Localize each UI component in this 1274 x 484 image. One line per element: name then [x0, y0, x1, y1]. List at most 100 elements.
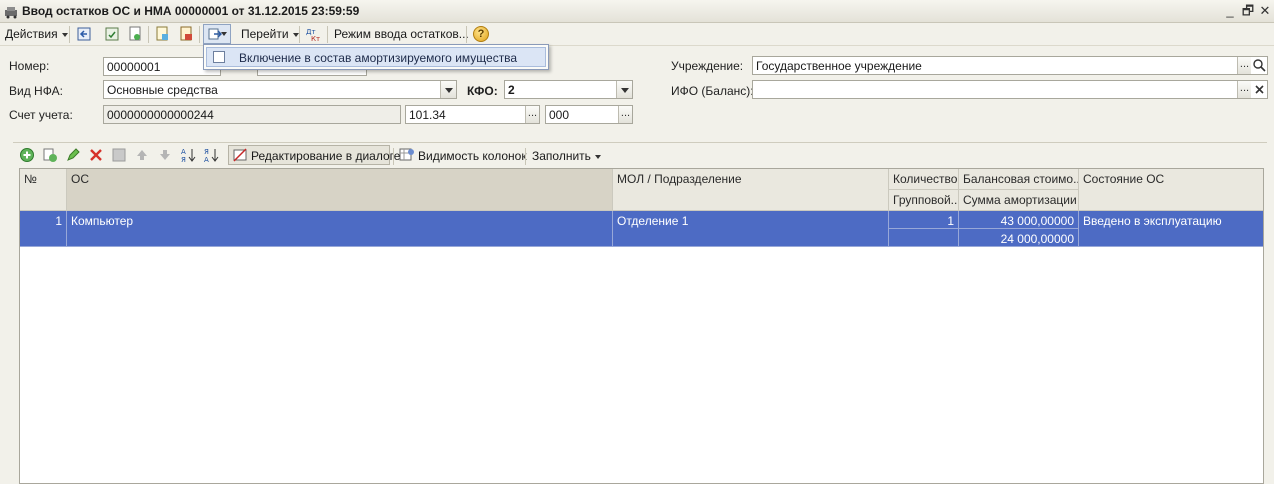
create-based-on-menu: Включение в состав амортизируемого имуще… — [203, 44, 549, 70]
move-down-icon[interactable] — [157, 147, 173, 163]
institution-field[interactable]: Государственное учреждение ... — [752, 56, 1268, 75]
toolbar-separator — [199, 26, 200, 43]
row-amortization[interactable]: 24 000,00000 — [959, 229, 1079, 247]
create-based-on-button[interactable] — [203, 24, 231, 44]
sort-ascending-icon[interactable]: A Я — [180, 147, 196, 163]
number-label: Номер: — [9, 59, 50, 73]
toolbar-separator — [148, 26, 149, 43]
menu-item-include-amortizable[interactable]: Включение в состав амортизируемого имуще… — [206, 47, 546, 67]
search-icon[interactable] — [1252, 58, 1266, 72]
end-edit-icon[interactable] — [111, 147, 127, 163]
kfo-value: 2 — [508, 83, 515, 97]
goto-label: Перейти — [241, 27, 289, 41]
kfo-select[interactable]: 2 — [504, 80, 633, 99]
columns-visibility-button[interactable]: Видимость колонок — [418, 149, 527, 163]
move-up-icon[interactable] — [134, 147, 150, 163]
ifo-label: ИФО (Баланс): — [671, 84, 754, 98]
kfo-label: КФО: — [467, 84, 498, 98]
select-button[interactable]: ... — [1237, 57, 1251, 74]
actions-label: Действия — [5, 27, 58, 41]
account-sub2-value: 000 — [549, 108, 570, 122]
restore-button[interactable]: 🗗 — [1240, 3, 1256, 19]
svg-text:A: A — [204, 156, 209, 163]
toolbar-separator — [327, 26, 328, 43]
goto-menu[interactable]: Перейти — [241, 27, 299, 41]
clear-icon[interactable] — [1254, 84, 1265, 95]
post-icon[interactable] — [127, 26, 143, 42]
row-os[interactable]: Компьютер — [67, 211, 613, 247]
caret-down-icon — [594, 154, 601, 159]
account-sub1-field[interactable]: 101.34 ... — [405, 105, 540, 124]
toolbar-separator — [525, 148, 526, 165]
column-header-num[interactable]: № — [20, 169, 67, 211]
column-header-qty-group[interactable]: Групповой... — [889, 190, 959, 211]
generate-document-icon[interactable] — [154, 26, 170, 42]
institution-label: Учреждение: — [671, 59, 744, 73]
column-header-amortization[interactable]: Сумма амортизации — [959, 190, 1079, 211]
row-mol[interactable]: Отделение 1 — [613, 211, 889, 247]
row-state[interactable]: Введено в эксплуатацию — [1079, 211, 1263, 247]
fill-menu[interactable]: Заполнить — [532, 149, 601, 163]
menu-item-label: Включение в состав амортизируемого имуще… — [239, 51, 518, 65]
assets-table[interactable]: № ОС МОЛ / Подразделение Количество Груп… — [19, 168, 1264, 484]
close-button[interactable]: ✕ — [1257, 3, 1273, 19]
account-sub2-field[interactable]: 000 ... — [545, 105, 633, 124]
delete-row-icon[interactable] — [88, 147, 104, 163]
edit-in-dialog-button[interactable]: Редактирование в диалоге — [228, 145, 400, 165]
toolbar-separator — [466, 26, 467, 43]
caret-down-icon — [292, 32, 299, 37]
dt-kt-icon[interactable]: Дт Кт — [305, 26, 321, 42]
select-button[interactable]: ... — [525, 106, 539, 123]
caret-down-icon — [221, 32, 227, 36]
account-sub1-value: 101.34 — [409, 108, 446, 122]
window-title: Ввод остатков ОС и НМА 00000001 от 31.12… — [22, 4, 360, 18]
column-header-qty[interactable]: Количество — [889, 169, 959, 190]
copy-row-icon[interactable] — [42, 147, 58, 163]
fill-label: Заполнить — [532, 149, 591, 163]
row-num[interactable]: 1 — [20, 211, 67, 247]
save-icon[interactable] — [104, 26, 120, 42]
svg-text:Я: Я — [181, 156, 186, 163]
document-icon — [5, 7, 17, 19]
row-balance[interactable]: 43 000,00000 — [959, 211, 1079, 229]
nfa-type-select[interactable]: Основные средства — [103, 80, 457, 99]
title-bar: Ввод остатков ОС и НМА 00000001 от 31.12… — [0, 0, 1274, 23]
add-row-icon[interactable] — [19, 147, 35, 163]
account-field[interactable]: 0000000000000244 — [103, 105, 401, 124]
row-qty[interactable]: 1 — [889, 211, 959, 229]
sort-descending-icon[interactable]: Я A — [203, 147, 219, 163]
toolbar-separator — [299, 26, 300, 43]
actions-menu[interactable]: Действия — [5, 27, 68, 41]
svg-text:Я: Я — [204, 148, 209, 156]
column-header-mol[interactable]: МОЛ / Подразделение — [613, 169, 889, 211]
columns-visibility-icon[interactable] — [399, 147, 415, 163]
svg-text:A: A — [181, 148, 186, 156]
select-button[interactable]: ... — [1237, 81, 1251, 98]
panel-divider — [13, 142, 1267, 143]
report-icon[interactable] — [178, 26, 194, 42]
ifo-field[interactable]: ... — [752, 80, 1268, 99]
select-button[interactable]: ... — [618, 106, 632, 123]
help-icon[interactable]: ? — [473, 26, 489, 42]
column-header-state[interactable]: Состояние ОС — [1079, 169, 1263, 211]
edit-row-icon[interactable] — [65, 147, 81, 163]
minimize-button[interactable]: _ — [1222, 3, 1238, 19]
institution-value: Государственное учреждение — [756, 59, 922, 73]
column-header-os[interactable]: ОС — [67, 169, 613, 211]
toolbar-separator — [69, 26, 70, 43]
chevron-down-icon[interactable] — [616, 81, 632, 98]
nfa-type-label: Вид НФА: — [9, 84, 63, 98]
toolbar-separator — [393, 148, 394, 165]
chevron-down-icon[interactable] — [440, 81, 456, 98]
caret-down-icon — [61, 32, 68, 37]
balance-entry-mode-button[interactable]: Режим ввода остатков... — [334, 27, 469, 41]
account-label: Счет учета: — [9, 108, 73, 122]
svg-text:Кт: Кт — [311, 35, 320, 42]
row-qty-group[interactable] — [889, 229, 959, 247]
edit-in-dialog-label: Редактирование в диалоге — [251, 149, 401, 163]
post-and-close-icon[interactable] — [76, 26, 92, 42]
column-header-balance[interactable]: Балансовая стоимо... — [959, 169, 1079, 190]
edit-dialog-icon — [233, 148, 247, 162]
document-icon — [213, 51, 225, 63]
nfa-type-value: Основные средства — [107, 83, 218, 97]
